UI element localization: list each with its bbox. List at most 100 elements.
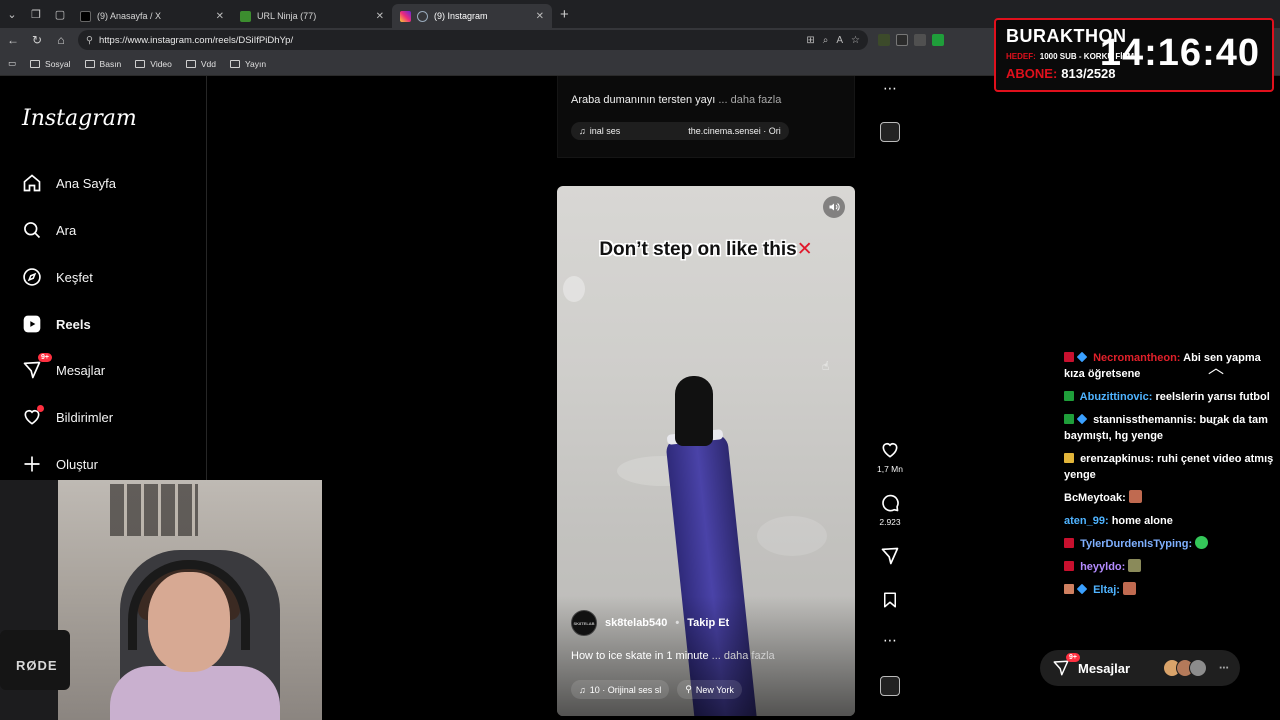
emote-icon xyxy=(1123,582,1137,595)
audio-chip[interactable]: ♫ 10 · Orijinal ses sl xyxy=(571,680,670,699)
sidebar-item-reels[interactable]: Reels xyxy=(22,314,91,334)
extension-icon[interactable] xyxy=(878,34,890,46)
tab-title: (9) Instagram xyxy=(434,11,488,21)
tab-x[interactable]: (9) Anasayfa / X ✕ xyxy=(72,4,232,28)
favorite-star-icon[interactable]: ☆ xyxy=(851,35,860,46)
music-note-icon: ♫ xyxy=(579,126,586,136)
folder-icon xyxy=(84,59,95,68)
ice-highlight xyxy=(757,516,827,556)
sidebar-item-label: Ana Sayfa xyxy=(56,175,116,191)
skate-boot xyxy=(675,376,713,446)
sidebar-item-search[interactable]: Ara xyxy=(22,220,76,240)
extension-icon[interactable] xyxy=(914,34,926,46)
previous-reel-audio[interactable]: ♫ inal ses the.cinema.sensei · Ori xyxy=(571,122,789,140)
bookmark-label: Vdd xyxy=(200,58,217,69)
more-options-icon[interactable]: ⋯ xyxy=(873,632,907,649)
tab-actions-icon[interactable]: ▢ xyxy=(48,0,72,28)
zoom-icon[interactable]: ⌕ xyxy=(823,35,829,46)
save-button[interactable] xyxy=(873,590,907,610)
new-tab-plus-icon[interactable]: + xyxy=(560,6,569,23)
read-aloud-icon[interactable]: A xyxy=(836,35,843,46)
follow-button[interactable]: Takip Et xyxy=(687,617,729,629)
author-avatar[interactable]: SK8TELAB xyxy=(571,610,597,636)
stream-timer: 14:16:40 xyxy=(1099,32,1260,74)
tab-menu-chevron-icon[interactable]: ⌄ xyxy=(0,0,24,28)
previous-reel-card: Araba dumanının tersten yayı ... daha fa… xyxy=(557,76,855,158)
reel-overlay-text: Don’t step on like this✕ xyxy=(557,240,855,260)
avatar xyxy=(1189,659,1208,677)
stream-timer-overlay: BURAKTHON HEDEF: 1000 SUB - KORKU FİLMİ A… xyxy=(994,18,1274,92)
app-install-icon[interactable]: ⊞ xyxy=(806,35,814,46)
site-info-icon[interactable]: ⚲ xyxy=(86,35,93,46)
back-arrow-icon[interactable]: ← xyxy=(6,33,20,47)
home-button-icon[interactable]: ⌂ xyxy=(54,33,68,47)
author-username[interactable]: sk8telab540 xyxy=(605,617,667,629)
extension-icon[interactable] xyxy=(896,34,908,46)
more-dots-icon[interactable]: ⋯ xyxy=(1219,663,1229,674)
sidebar-toggle-icon[interactable]: ▭ xyxy=(8,58,16,69)
like-button[interactable]: 1,7 Mn xyxy=(873,440,907,474)
previous-more-options-icon[interactable]: ⋯ xyxy=(873,80,907,97)
red-x-icon: ✕ xyxy=(796,239,813,260)
ninja-icon xyxy=(240,10,251,22)
reel-actions: ⋯ 1,7 Mn 2.923 ⋯ xyxy=(873,76,907,716)
chat-message: TylerDurdenIsTyping: xyxy=(1064,536,1274,552)
folder-icon xyxy=(135,59,146,68)
location-chip[interactable]: ⚲ New York xyxy=(677,680,742,699)
badge-icon xyxy=(1076,351,1088,363)
previous-audio-thumbnail[interactable] xyxy=(880,122,900,142)
chat-username: TylerDurdenIsTyping: xyxy=(1080,538,1193,550)
tab-title: URL Ninja (77) xyxy=(257,11,317,21)
bookmark-folder[interactable]: Yayın xyxy=(230,59,266,69)
badge-icon xyxy=(1064,584,1074,594)
sidebar-item-explore[interactable]: Keşfet xyxy=(22,267,93,287)
bookmark-folder[interactable]: Basın xyxy=(84,59,121,69)
instagram-logo[interactable]: Instagram xyxy=(22,106,137,131)
close-tab-icon[interactable]: ✕ xyxy=(536,11,544,22)
bookmark-label: Video xyxy=(150,58,172,69)
chat-message: BcMeytoak: xyxy=(1064,490,1274,506)
sound-toggle-button[interactable] xyxy=(823,196,845,218)
tab-url-ninja[interactable]: URL Ninja (77) ✕ xyxy=(232,4,392,28)
audio-playing-icon xyxy=(417,10,428,22)
extensions-area xyxy=(878,34,944,46)
more-link[interactable]: ... daha fazla xyxy=(718,94,781,106)
share-icon xyxy=(881,547,899,565)
reel-caption[interactable]: How to ice skate in 1 minute ... daha fa… xyxy=(571,650,775,662)
badge-icon xyxy=(1076,413,1088,425)
bookmark-folder[interactable]: Sosyal xyxy=(30,59,71,69)
sidebar-item-label: Mesajlar xyxy=(56,362,106,378)
share-button[interactable] xyxy=(873,546,907,566)
sidebar-item-label: Ara xyxy=(56,222,77,238)
sidebar-item-messages[interactable]: 9+ Mesajlar xyxy=(22,353,106,380)
chat-username: stannissthemannis: xyxy=(1093,414,1197,426)
reload-icon[interactable]: ↻ xyxy=(30,33,44,47)
chat-username: Necromantheon: xyxy=(1093,352,1181,364)
previous-reel-caption[interactable]: Araba dumanının tersten yayı ... daha fa… xyxy=(571,94,781,106)
tab-instagram[interactable]: (9) Instagram ✕ xyxy=(392,4,552,28)
chat-username: erenzapkinus: xyxy=(1080,453,1155,465)
workspaces-icon[interactable]: ❐ xyxy=(24,0,48,28)
audio-thumbnail[interactable] xyxy=(880,676,900,696)
comment-button[interactable]: 2.923 xyxy=(873,493,907,527)
person-body xyxy=(110,666,280,720)
messages-pill-button[interactable]: 9+ Mesajlar ⋯ xyxy=(1040,650,1240,686)
sidebar-item-notifications[interactable]: Bildirimler xyxy=(22,405,113,427)
reel-video[interactable]: Don’t step on like this✕ SK8TELAB sk8tel… xyxy=(557,186,855,716)
sidebar-item-home[interactable]: Ana Sayfa xyxy=(22,173,116,193)
close-tab-icon[interactable]: ✕ xyxy=(216,11,224,22)
sidebar-item-create[interactable]: Oluştur xyxy=(22,454,98,474)
bookmark-folder[interactable]: Vdd xyxy=(185,58,217,69)
badge-icon xyxy=(1064,561,1074,571)
url-field[interactable]: ⚲ https://www.instagram.com/reels/DSiIfP… xyxy=(78,30,868,50)
music-note-icon: ♫ xyxy=(579,684,586,695)
close-tab-icon[interactable]: ✕ xyxy=(376,11,384,22)
bookmark-folder[interactable]: Video xyxy=(135,59,172,69)
heart-icon xyxy=(882,442,898,458)
goal-key: HEDEF: xyxy=(1006,52,1036,61)
recent-contacts xyxy=(1163,659,1208,677)
subs-key: ABONE: xyxy=(1006,66,1058,81)
extension-icon[interactable] xyxy=(932,34,944,46)
chat-username: aten_99: xyxy=(1064,515,1109,527)
more-link[interactable]: ... daha fazla xyxy=(712,650,775,662)
